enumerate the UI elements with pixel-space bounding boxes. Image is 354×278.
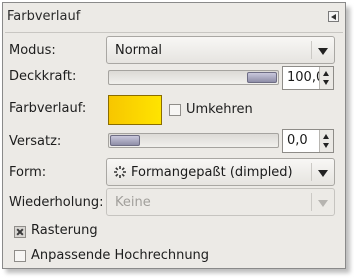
panel-titlebar: Farbverlauf (3, 3, 345, 31)
chevron-down-icon (318, 200, 328, 207)
chevron-down-icon (318, 170, 328, 177)
umkehren-label: Umkehren (186, 102, 253, 117)
rasterung-label: Rasterung (31, 223, 98, 238)
deckkraft-slider[interactable] (108, 70, 279, 85)
title-divider (5, 32, 343, 33)
farbverlauf-label: Farbverlauf: (9, 101, 87, 116)
panel-title: Farbverlauf (7, 9, 81, 24)
combo-separator (311, 163, 312, 181)
deckkraft-spin-buttons[interactable] (319, 67, 333, 89)
spin-up-icon[interactable] (323, 71, 329, 76)
versatz-value: 0,0 (287, 133, 308, 148)
modus-dropdown[interactable]: Normal (106, 36, 335, 64)
versatz-label: Versatz: (9, 134, 62, 149)
hochrechnung-checkbox[interactable] (14, 250, 26, 262)
spin-down-icon[interactable] (323, 143, 329, 148)
versatz-slider-handle[interactable] (110, 135, 140, 146)
spin-down-icon[interactable] (323, 80, 329, 85)
gradient-tool-options-panel: Farbverlauf Modus: Normal Deckkraft: 100… (2, 2, 346, 269)
form-dropdown[interactable]: Formangepaßt (dimpled) (106, 158, 335, 186)
panel-menu-button[interactable] (328, 11, 339, 22)
deckkraft-slider-handle[interactable] (247, 72, 277, 83)
umkehren-checkbox[interactable] (169, 104, 181, 116)
wiederholung-value: Keine (115, 195, 151, 210)
wiederholung-dropdown[interactable]: Keine (106, 188, 335, 216)
modus-label: Modus: (9, 43, 56, 58)
chevron-down-icon (318, 48, 328, 55)
versatz-slider[interactable] (108, 133, 279, 148)
combo-separator (311, 41, 312, 59)
spin-up-icon[interactable] (323, 134, 329, 139)
form-value: Formangepaßt (dimpled) (131, 165, 293, 180)
rasterung-checkbox[interactable] (14, 226, 26, 238)
versatz-spinbox[interactable]: 0,0 (282, 129, 334, 153)
wiederholung-label: Wiederholung: (9, 195, 104, 210)
versatz-spin-buttons[interactable] (319, 130, 333, 152)
gradient-preview-button[interactable] (108, 95, 162, 125)
hochrechnung-label: Anpassende Hochrechnung (31, 248, 210, 263)
modus-value: Normal (115, 43, 163, 58)
deckkraft-spinbox[interactable]: 100,0 (282, 66, 334, 90)
shape-dimpled-icon (114, 166, 126, 178)
deckkraft-label: Deckkraft: (9, 69, 77, 84)
form-label: Form: (9, 165, 47, 180)
combo-separator (311, 193, 312, 211)
